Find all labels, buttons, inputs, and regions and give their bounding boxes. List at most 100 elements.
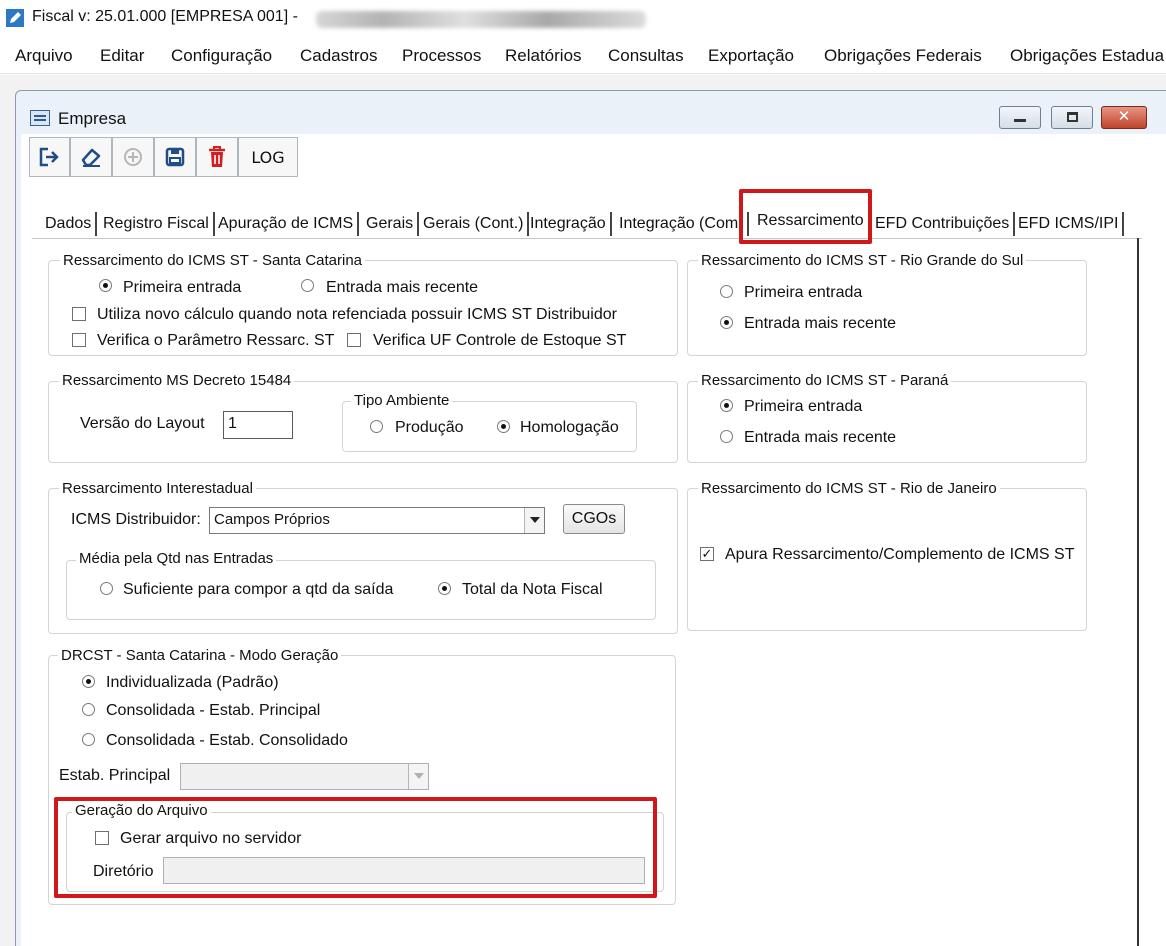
rs-radio-primeira[interactable]: [720, 285, 733, 298]
tab-registro-fiscal[interactable]: Registro Fiscal: [103, 212, 215, 236]
tab-efd-contribuicoes[interactable]: EFD Contribuições: [875, 212, 1016, 236]
drcst-label-consolidado: Consolidada - Estab. Consolidado: [106, 732, 348, 749]
drcst-estab-select[interactable]: [180, 763, 429, 790]
inter-distribuidor-select[interactable]: Campos Próprios: [209, 507, 545, 534]
log-button-label: LOG: [251, 147, 285, 167]
sc-label-uf: Verifica UF Controle de Estoque ST: [373, 332, 627, 349]
save-button[interactable]: [154, 137, 196, 177]
exit-icon: [39, 147, 59, 167]
tab-integracao-com[interactable]: Integração (Com.: [619, 212, 749, 236]
tab-strip-line: [32, 238, 1142, 239]
trash-icon: [209, 146, 225, 167]
app-title-bar: Fiscal v: 25.01.000 [EMPRESA 001] -: [0, 0, 1166, 38]
add-icon: [124, 148, 142, 166]
ms-versao-input[interactable]: 1: [223, 411, 293, 439]
menu-obrigacoes-federais[interactable]: Obrigações Federais: [824, 46, 982, 66]
cgos-button[interactable]: CGOs: [563, 504, 625, 534]
chevron-down-icon[interactable]: [408, 764, 428, 789]
redacted-company-name: [316, 11, 646, 28]
menu-obrigacoes-estaduais[interactable]: Obrigações Estadua: [1010, 46, 1164, 66]
menu-relatorios[interactable]: Relatórios: [505, 46, 582, 66]
drcst-radio-individualizada[interactable]: [82, 675, 95, 688]
sc-label-primeira: Primeira entrada: [123, 279, 242, 296]
group-parana: [687, 381, 1087, 463]
inter-distribuidor-value: Campos Próprios: [214, 511, 330, 528]
drcst-radio-principal[interactable]: [82, 703, 95, 716]
tab-gerais[interactable]: Gerais: [366, 212, 420, 236]
minimize-button[interactable]: [999, 106, 1041, 129]
drcst-label-individualizada: Individualizada (Padrão): [106, 674, 279, 691]
sc-check-novo-calculo[interactable]: [72, 307, 86, 321]
menu-cadastros[interactable]: Cadastros: [300, 46, 377, 66]
menu-arquivo[interactable]: Arquivo: [15, 46, 73, 66]
group-rio-grande-do-sul-legend: Ressarcimento do ICMS ST - Rio Grande do…: [698, 252, 1027, 270]
pr-radio-recente[interactable]: [720, 430, 733, 443]
sc-radio-recente[interactable]: [301, 279, 314, 292]
panel-border: [1137, 238, 1139, 946]
inter-distribuidor-label: ICMS Distribuidor:: [71, 511, 201, 528]
tab-gerais-cont[interactable]: Gerais (Cont.): [423, 212, 530, 236]
tab-integracao[interactable]: Integração: [530, 212, 612, 236]
eraser-icon: [81, 148, 101, 167]
clear-button[interactable]: [70, 137, 112, 177]
inter-label-suficiente: Suficiente para compor a qtd da saída: [123, 581, 394, 598]
exit-button[interactable]: [29, 137, 70, 177]
add-button[interactable]: [112, 137, 154, 177]
tab-efd-icms-ipi[interactable]: EFD ICMS/IPI: [1018, 212, 1125, 236]
app-title: Fiscal v: 25.01.000 [EMPRESA 001] -: [32, 8, 298, 25]
inter-radio-total[interactable]: [438, 582, 451, 595]
drcst-label-principal: Consolidada - Estab. Principal: [106, 702, 321, 719]
pr-label-primeira: Primeira entrada: [744, 398, 863, 415]
maximize-icon: [1067, 112, 1078, 122]
ms-radio-producao[interactable]: [370, 420, 383, 433]
group-media-qtd-legend: Média pela Qtd nas Entradas: [76, 550, 277, 568]
group-ms-decreto-legend: Ressarcimento MS Decreto 15484: [59, 372, 295, 390]
pr-label-recente: Entrada mais recente: [744, 429, 897, 446]
window-title: Empresa: [58, 109, 127, 128]
pr-radio-primeira[interactable]: [720, 399, 733, 412]
window-icon: [30, 110, 50, 126]
menu-configuracao[interactable]: Configuração: [171, 46, 272, 66]
sc-radio-primeira[interactable]: [99, 279, 112, 292]
ms-radio-homologacao[interactable]: [497, 420, 510, 433]
chevron-down-icon[interactable]: [524, 508, 544, 533]
sc-check-parametro[interactable]: [72, 333, 86, 347]
group-santa-catarina-legend: Ressarcimento do ICMS ST - Santa Catarin…: [60, 252, 366, 270]
save-icon: [165, 147, 185, 167]
rs-label-primeira: Primeira entrada: [744, 284, 863, 301]
group-drcst-legend: DRCST - Santa Catarina - Modo Geração: [58, 647, 342, 665]
rj-label-apura: Apura Ressarcimento/Complemento de ICMS …: [725, 546, 1075, 563]
group-rio-grande-do-sul: [687, 260, 1087, 356]
menu-bar: Arquivo Editar Configuração Cadastros Pr…: [0, 38, 1166, 74]
tab-dados[interactable]: Dados: [45, 212, 98, 236]
ms-label-producao: Produção: [395, 419, 464, 436]
sc-check-uf[interactable]: [347, 333, 361, 347]
menu-processos[interactable]: Processos: [402, 46, 481, 66]
group-rio-de-janeiro-legend: Ressarcimento do ICMS ST - Rio de Janeir…: [698, 480, 1000, 498]
sc-label-parametro: Verifica o Parâmetro Ressarc. ST: [97, 332, 335, 349]
rj-check-apura[interactable]: ✓: [700, 547, 714, 561]
log-button[interactable]: LOG: [238, 137, 298, 177]
menu-exportacao[interactable]: Exportação: [708, 46, 794, 66]
drcst-radio-consolidado[interactable]: [82, 733, 95, 746]
menu-consultas[interactable]: Consultas: [608, 46, 684, 66]
pencil-icon: [6, 9, 24, 27]
minimize-icon: [1014, 119, 1026, 122]
inter-radio-suficiente[interactable]: [100, 582, 113, 595]
highlight-ressarcimento-tab: [739, 189, 872, 244]
inter-label-total: Total da Nota Fiscal: [462, 581, 603, 598]
group-tipo-ambiente-legend: Tipo Ambiente: [351, 392, 453, 410]
close-icon: ✕: [1117, 108, 1131, 125]
highlight-geracao-arquivo: [54, 797, 657, 898]
group-parana-legend: Ressarcimento do ICMS ST - Paraná: [698, 372, 952, 390]
maximize-button[interactable]: [1051, 106, 1093, 129]
sc-label-recente: Entrada mais recente: [326, 279, 479, 296]
rs-radio-recente[interactable]: [720, 316, 733, 329]
tab-apuracao-icms[interactable]: Apuração de ICMS: [218, 212, 360, 236]
sc-label-novo-calculo: Utiliza novo cálculo quando nota refenci…: [97, 306, 617, 323]
group-interestadual-legend: Ressarcimento Interestadual: [59, 480, 256, 498]
menu-editar[interactable]: Editar: [100, 46, 144, 66]
drcst-estab-label: Estab. Principal: [59, 767, 171, 784]
close-button[interactable]: ✕: [1101, 106, 1147, 129]
delete-button[interactable]: [196, 137, 238, 177]
